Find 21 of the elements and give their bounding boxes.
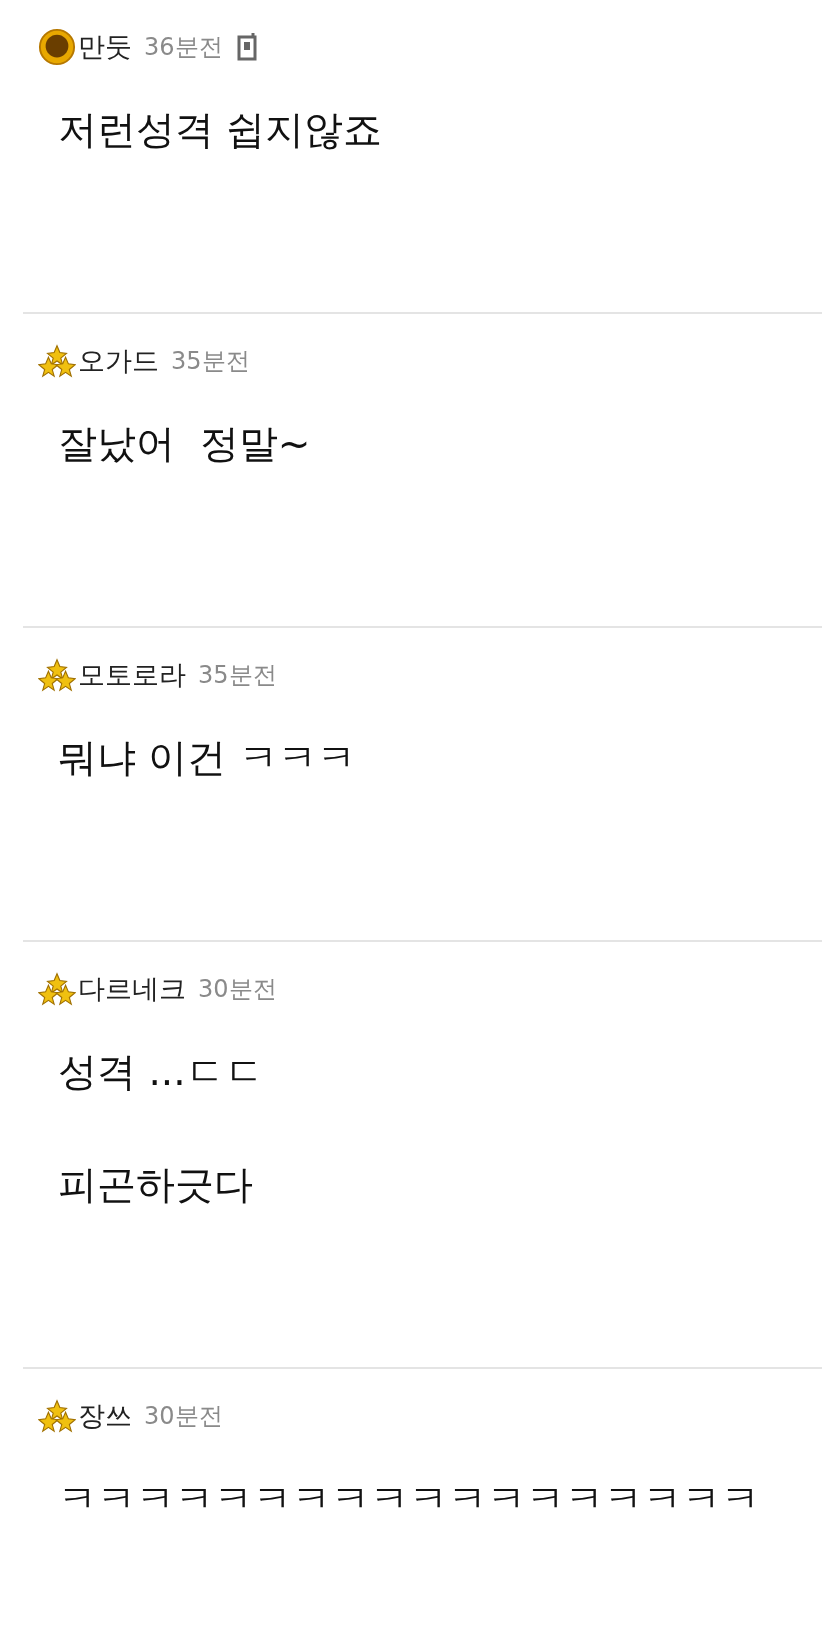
medal-icon <box>38 28 76 66</box>
author-name[interactable]: 장쓰 <box>78 1398 132 1434</box>
author-name[interactable]: 다르네크 <box>78 971 186 1007</box>
stars-icon <box>38 656 76 694</box>
stars-icon <box>38 970 76 1008</box>
author-name[interactable]: 만둣 <box>78 29 132 65</box>
comment-text: 성격 ...ㄷㄷ <box>58 1052 265 1092</box>
comment-text: ㅋㅋㅋㅋㅋㅋㅋㅋㅋㅋㅋㅋㅋㅋㅋㅋㅋㅋ <box>58 1479 761 1519</box>
timestamp: 36분전 <box>144 32 223 63</box>
comment-text: 뭐냐 이건 ㅋㅋㅋ <box>58 738 357 778</box>
comment-text: 피곤하긋다 <box>58 1165 254 1205</box>
timestamp: 35분전 <box>198 660 277 691</box>
timestamp: 30분전 <box>144 1401 223 1432</box>
timestamp: 30분전 <box>198 974 277 1005</box>
author-name[interactable]: 오가드 <box>78 343 159 379</box>
comment-text: 잘났어 정말~ <box>58 424 312 464</box>
comment-text: 저런성격 쉽지않죠 <box>58 110 384 150</box>
stars-icon <box>38 1397 76 1435</box>
timestamp: 35분전 <box>171 346 250 377</box>
stars-icon <box>38 342 76 380</box>
author-name[interactable]: 모토로라 <box>78 657 186 693</box>
